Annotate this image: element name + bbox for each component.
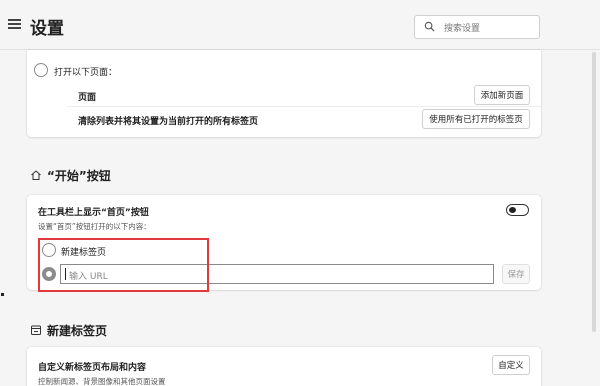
save-button[interactable]: 保存 (502, 264, 530, 284)
open-pages-label: 打开以下页面： (54, 68, 118, 78)
hamburger-menu-icon[interactable] (8, 19, 21, 29)
scroll-thumb[interactable] (592, 52, 596, 332)
pages-label: 页面 (78, 93, 97, 103)
url-radio[interactable] (42, 267, 56, 281)
settings-header: 设置 搜索设置 (0, 0, 600, 50)
toggle-knob (509, 207, 516, 213)
url-placeholder: 输入 URL (69, 272, 108, 282)
divider (67, 106, 541, 107)
customize-button[interactable]: 自定义 (492, 355, 530, 375)
home-button-card: 在工具栏上显示“首页”按钮 设置“首页”按钮打开的以下内容： 新建标签页 输入 … (27, 195, 541, 290)
add-page-button[interactable]: 添加新页面 (474, 85, 530, 105)
customize-new-tab-label: 自定义新标签页布局和内容 (38, 363, 147, 373)
url-input[interactable]: 输入 URL (60, 264, 494, 284)
mouse-cursor (1, 293, 4, 296)
startup-pages-card: 打开以下页面： 页面 添加新页面 清除列表并将其设置为当前打开的所有标签页 使用… (27, 50, 541, 137)
use-open-tabs-button[interactable]: 使用所有已打开的标签页 (422, 109, 530, 129)
open-pages-radio[interactable] (34, 63, 48, 77)
page-title: 设置 (30, 19, 64, 39)
text-caret (65, 268, 66, 280)
new-tab-radio[interactable] (42, 243, 56, 257)
search-icon (424, 21, 435, 32)
new-tab-card: 自定义新标签页布局和内容 控制新闻源、背景图像和其他页面设置 自定义 (27, 347, 541, 386)
customize-new-tab-description: 控制新闻源、背景图像和其他页面设置 (38, 377, 166, 386)
scrollbar[interactable] (592, 52, 597, 332)
clear-list-label: 清除列表并将其设置为当前打开的所有标签页 (78, 117, 259, 127)
search-placeholder: 搜索设置 (444, 24, 481, 34)
home-icon (31, 170, 41, 180)
show-home-button-label: 在工具栏上显示“首页”按钮 (38, 208, 149, 218)
home-button-description: 设置“首页”按钮打开的以下内容： (38, 222, 151, 231)
search-input[interactable]: 搜索设置 (414, 15, 540, 39)
new-tab-section-title: 新建标签页 (47, 324, 108, 338)
new-tab-page-icon (31, 325, 41, 335)
new-tab-option-label: 新建标签页 (61, 248, 107, 258)
show-home-button-toggle[interactable] (506, 204, 529, 216)
home-button-section-title: “开始”按钮 (47, 169, 111, 183)
